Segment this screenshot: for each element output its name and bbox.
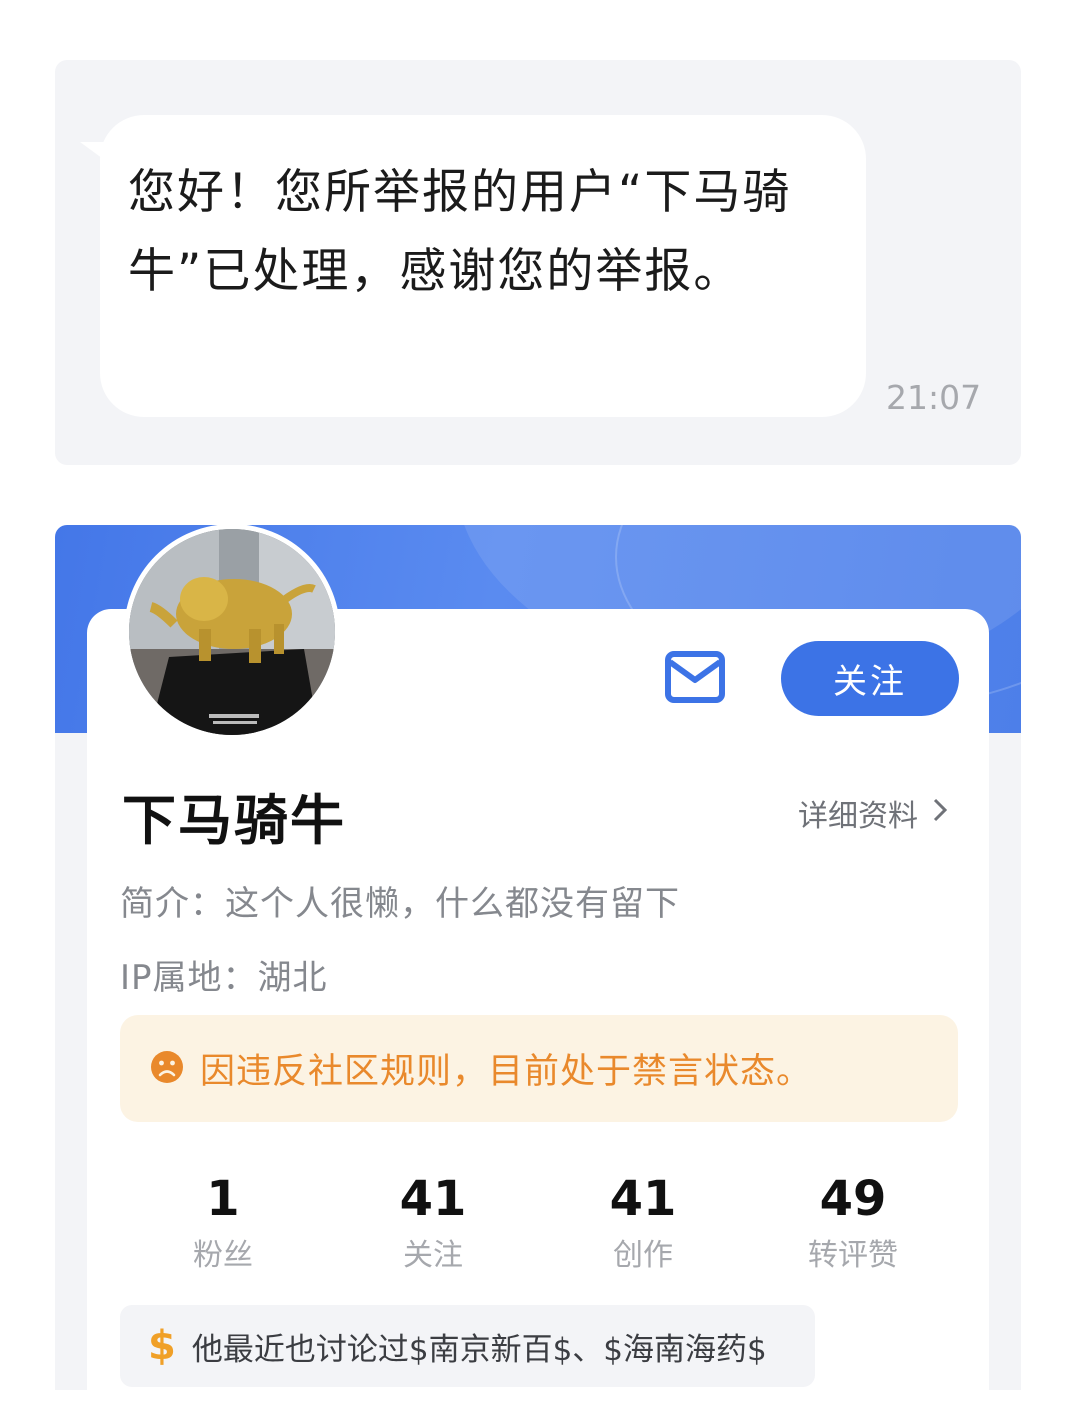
sad-face-icon (150, 1050, 184, 1088)
bio-text: 简介：这个人很懒，什么都没有留下 (120, 884, 680, 924)
message-button[interactable] (664, 650, 726, 706)
bull-statue-avatar-icon (129, 529, 335, 735)
stat-value: 41 (609, 1171, 677, 1227)
recent-topics-bar[interactable]: $ 他最近也讨论过$南京新百$、$海南海药$ (120, 1305, 815, 1387)
detail-link-label: 详细资料 (798, 799, 918, 834)
stat-value: 49 (819, 1171, 887, 1227)
stat-following[interactable]: 41 关注 (333, 1170, 533, 1274)
message-text: 您好！您所举报的用户“下马骑牛”已处理，感谢您的举报。 (128, 165, 792, 299)
chevron-right-icon (932, 796, 948, 831)
stat-followers[interactable]: 1 粉丝 (123, 1170, 323, 1274)
stat-label: 关注 (403, 1238, 463, 1273)
ban-warning-banner: 因违反社区规则，目前处于禁言状态。 (120, 1015, 958, 1122)
stat-posts[interactable]: 41 创作 (543, 1170, 743, 1274)
ip-location: IP属地：湖北 (120, 958, 328, 998)
envelope-icon (665, 651, 725, 703)
dollar-icon: $ (148, 1323, 176, 1369)
stat-value: 41 (399, 1171, 467, 1227)
message-bubble: 您好！您所举报的用户“下马骑牛”已处理，感谢您的举报。 (100, 115, 866, 417)
stat-interactions[interactable]: 49 转评赞 (753, 1170, 953, 1274)
username: 下马骑牛 (122, 789, 346, 852)
stat-label: 创作 (613, 1238, 673, 1273)
recent-topics-text: 他最近也讨论过$南京新百$、$海南海药$ (191, 1331, 767, 1368)
ban-warning-text: 因违反社区规则，目前处于禁言状态。 (200, 1052, 813, 1092)
stat-label: 粉丝 (193, 1238, 253, 1273)
detail-profile-link[interactable]: 详细资料 (798, 791, 948, 835)
message-time: 21:07 (886, 378, 982, 417)
stat-label: 转评赞 (808, 1238, 898, 1273)
avatar[interactable] (124, 524, 340, 740)
follow-button[interactable]: 关注 (781, 641, 959, 716)
stat-value: 1 (206, 1171, 240, 1227)
